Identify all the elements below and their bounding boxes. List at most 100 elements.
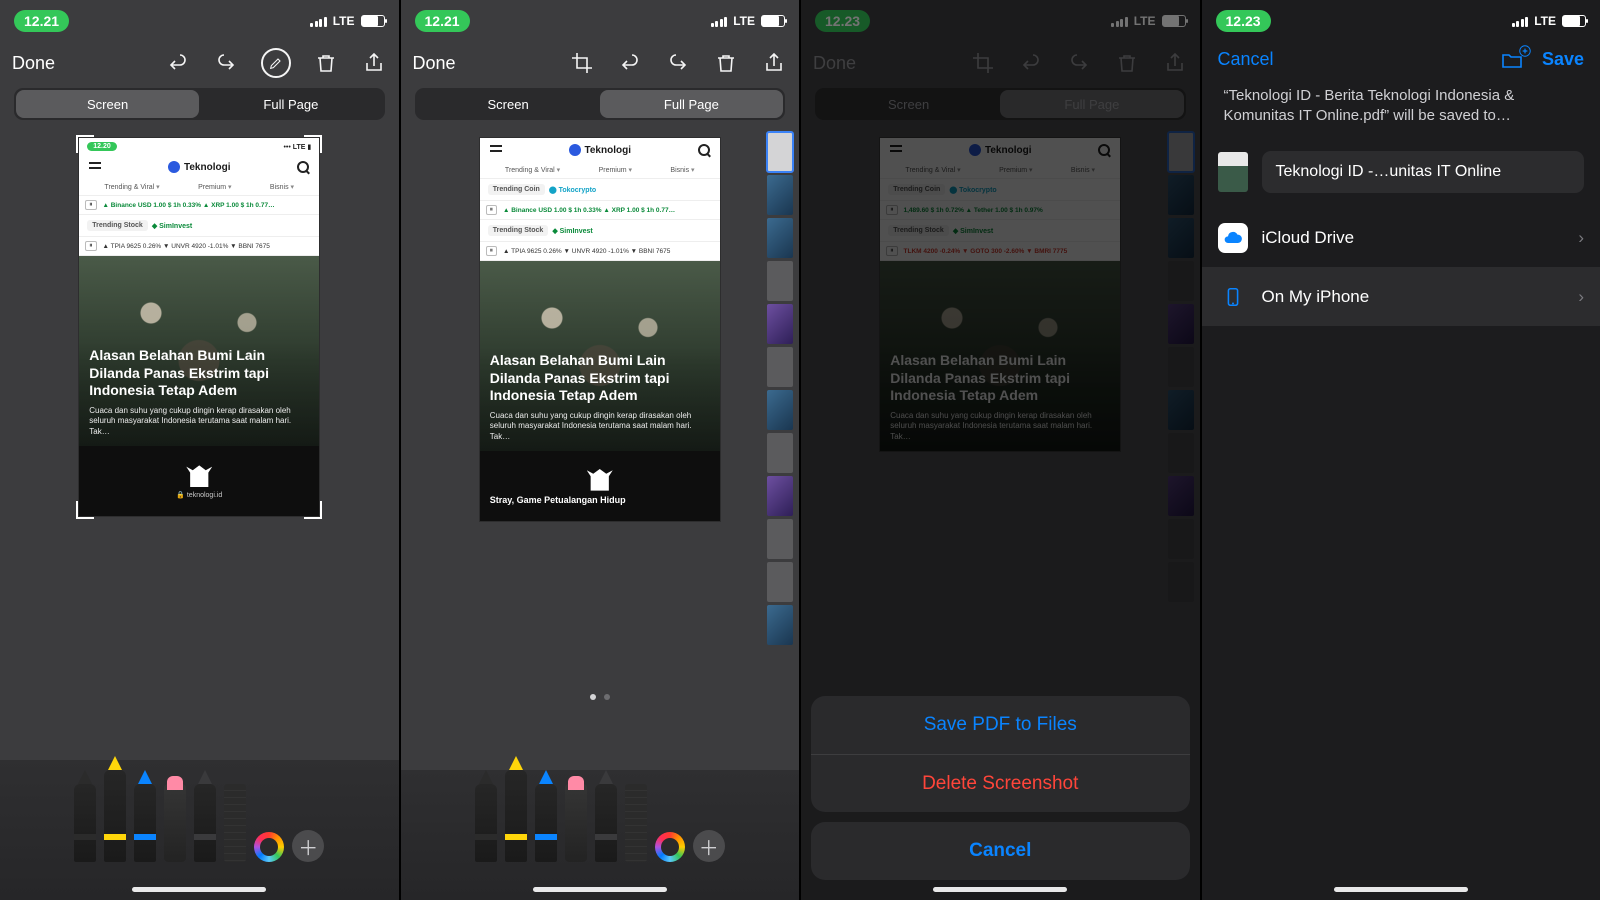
cancel-button[interactable]: Cancel — [811, 822, 1190, 880]
battery-icon — [1562, 15, 1586, 27]
screenshot-canvas[interactable]: Teknologi Trending & ViralPremiumBisnis … — [401, 130, 800, 690]
save-description: “Teknologi ID - Berita Teknologi Indones… — [1202, 80, 1600, 141]
phone-3-done-actionsheet: 12.23 LTE Done Screen Full Page Teknolog… — [799, 0, 1200, 900]
add-button[interactable]: ＋ — [693, 830, 725, 862]
color-picker-button[interactable] — [254, 832, 284, 862]
highlighter-tool[interactable] — [104, 770, 126, 862]
battery-icon — [361, 15, 385, 27]
pencil-tool[interactable] — [134, 784, 156, 862]
page-thumb[interactable] — [767, 562, 793, 602]
page-url: 🔒 teknologi.id — [176, 491, 222, 499]
page-thumb[interactable] — [767, 347, 793, 387]
home-indicator[interactable] — [1334, 887, 1468, 892]
markup-pen-icon[interactable] — [261, 48, 291, 78]
page-thumb[interactable] — [767, 605, 793, 645]
delete-screenshot-button[interactable]: Delete Screenshot — [811, 754, 1190, 812]
undo-icon[interactable] — [617, 50, 643, 76]
iphone-icon — [1218, 282, 1248, 312]
location-on-my-iphone[interactable]: On My iPhone › — [1202, 267, 1600, 326]
add-button[interactable]: ＋ — [292, 830, 324, 862]
segment-full-page[interactable]: Full Page — [199, 90, 382, 118]
save-button[interactable]: Save — [1542, 49, 1584, 70]
signal-bars-icon — [310, 15, 327, 27]
segment-full-page[interactable]: Full Page — [600, 90, 783, 118]
location-icloud-drive[interactable]: iCloud Drive › — [1202, 209, 1600, 267]
crop-handle-icon[interactable] — [304, 135, 322, 153]
network-label: LTE — [333, 14, 355, 28]
screenshot-preview[interactable]: 12.20••• LTE ▮ Teknologi Trending & Vira… — [79, 138, 319, 516]
page-thumb[interactable] — [767, 519, 793, 559]
home-indicator[interactable] — [132, 887, 266, 892]
highlighter-tool[interactable] — [505, 770, 527, 862]
ruler-tool[interactable] — [625, 784, 647, 862]
phone-2-fullpage-mode: 12.21 LTE Done Screen Full Page Teknolog… — [399, 0, 800, 900]
signal-bars-icon — [1512, 15, 1529, 27]
search-icon — [698, 144, 710, 156]
location-label: On My iPhone — [1262, 287, 1370, 307]
ruler-tool[interactable] — [224, 784, 246, 862]
new-folder-icon[interactable] — [1500, 48, 1528, 70]
lasso-tool[interactable] — [194, 784, 216, 862]
done-button[interactable]: Done — [12, 53, 55, 74]
home-indicator[interactable] — [933, 887, 1067, 892]
page-thumb[interactable] — [767, 175, 793, 215]
chevron-right-icon: › — [1578, 228, 1584, 248]
cat-icon — [587, 467, 613, 491]
pencil-tool[interactable] — [535, 784, 557, 862]
color-picker-button[interactable] — [655, 832, 685, 862]
article-sub: Cuaca dan suhu yang cukup dingin kerap d… — [89, 406, 309, 438]
segment-screen[interactable]: Screen — [16, 90, 199, 118]
page-thumb[interactable] — [767, 218, 793, 258]
phone-4-save-to-files: 12.23 LTE Cancel Save “Teknologi ID - Be… — [1200, 0, 1600, 900]
share-icon[interactable] — [761, 50, 787, 76]
location-label: iCloud Drive — [1262, 228, 1355, 248]
locations-list: iCloud Drive › On My iPhone › — [1202, 209, 1600, 326]
time-pill[interactable]: 12.21 — [14, 10, 69, 32]
done-button[interactable]: Done — [413, 53, 456, 74]
crop-handle-icon[interactable] — [76, 135, 94, 153]
page-thumb[interactable] — [767, 390, 793, 430]
file-header: Teknologi ID -…unitas IT Online — [1202, 141, 1600, 209]
chevron-right-icon: › — [1578, 287, 1584, 307]
markup-tool-tray: ＋ — [0, 760, 399, 900]
page-thumb[interactable] — [767, 261, 793, 301]
trash-icon[interactable] — [713, 50, 739, 76]
done-action-sheet: Save PDF to Files Delete Screenshot Canc… — [811, 696, 1190, 890]
page-thumb[interactable] — [767, 476, 793, 516]
pen-tool[interactable] — [475, 784, 497, 862]
share-icon[interactable] — [361, 50, 387, 76]
page-dots — [401, 694, 800, 700]
screenshot-preview[interactable]: Teknologi Trending & ViralPremiumBisnis … — [480, 138, 720, 521]
redo-icon[interactable] — [665, 50, 691, 76]
segment-screen[interactable]: Screen — [417, 90, 600, 118]
lasso-tool[interactable] — [595, 784, 617, 862]
undo-icon[interactable] — [165, 50, 191, 76]
page-thumb[interactable] — [767, 304, 793, 344]
crop-icon[interactable] — [569, 50, 595, 76]
home-indicator[interactable] — [533, 887, 667, 892]
cat-icon — [186, 463, 212, 487]
trash-icon[interactable] — [313, 50, 339, 76]
pen-tool[interactable] — [74, 784, 96, 862]
screen-fullpage-segmented[interactable]: Screen Full Page — [415, 88, 786, 120]
cancel-button[interactable]: Cancel — [1218, 49, 1274, 70]
phone-1-screen-mode: 12.21 LTE Done Screen Full Page — [0, 0, 399, 900]
time-pill[interactable]: 12.21 — [415, 10, 470, 32]
crop-handle-icon[interactable] — [304, 501, 322, 519]
time-pill[interactable]: 12.23 — [1216, 10, 1271, 32]
site-logo: Teknologi — [168, 161, 230, 173]
redo-icon[interactable] — [213, 50, 239, 76]
save-pdf-to-files-button[interactable]: Save PDF to Files — [811, 696, 1190, 754]
screenshot-canvas[interactable]: 12.20••• LTE ▮ Teknologi Trending & Vira… — [0, 130, 399, 690]
files-nav-bar: Cancel Save — [1202, 38, 1600, 80]
page-thumb[interactable] — [767, 433, 793, 473]
eraser-tool[interactable] — [164, 784, 186, 862]
filename-field[interactable]: Teknologi ID -…unitas IT Online — [1262, 151, 1585, 193]
page-thumbnail-rail[interactable] — [767, 130, 793, 690]
file-thumbnail-icon — [1218, 152, 1248, 192]
eraser-tool[interactable] — [565, 784, 587, 862]
crop-handle-icon[interactable] — [76, 501, 94, 519]
page-thumb[interactable] — [767, 132, 793, 172]
markup-tool-tray: ＋ — [401, 770, 800, 900]
screen-fullpage-segmented[interactable]: Screen Full Page — [14, 88, 385, 120]
